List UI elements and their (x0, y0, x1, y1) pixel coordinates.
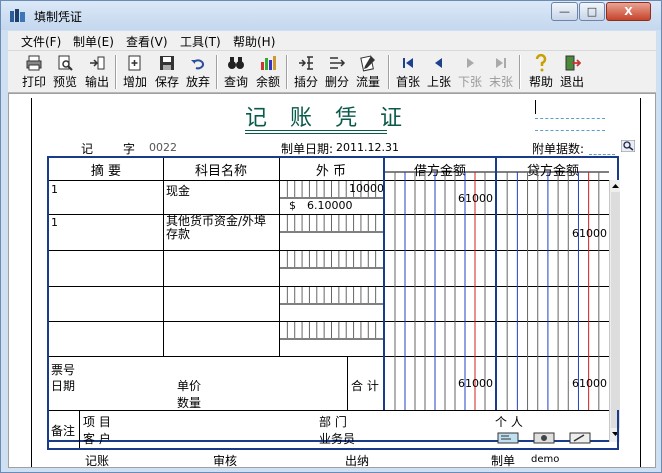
vertical-scrollbar[interactable] (609, 180, 620, 442)
app-icon (10, 9, 25, 22)
post-label: 记账 (85, 454, 110, 468)
undo-icon (191, 59, 205, 70)
add-icon (128, 55, 141, 71)
export-button[interactable]: 输出 (85, 52, 109, 91)
voucher-title: 记 账 凭 证 (245, 106, 410, 131)
abandon-button[interactable]: 放弃 (186, 52, 210, 91)
voucher-type[interactable]: 记 (81, 140, 93, 157)
last-icon (496, 58, 506, 68)
voucher-number[interactable]: 0022 (149, 141, 177, 154)
total-debit: 61000 (458, 377, 493, 390)
qty-label: 数量 (177, 396, 202, 410)
exit-icon (565, 55, 581, 71)
project-label: 项 目 (83, 415, 111, 429)
scroll-up-icon[interactable] (611, 182, 620, 190)
salesman-label: 业务员 (319, 432, 356, 446)
next-icon (467, 58, 474, 68)
notes-box: 备注 项 目 客 户 部 门 业务员 个 人 (47, 410, 619, 450)
ticket-label: 票号 (51, 363, 76, 377)
voucher-date[interactable]: 2011.12.31 (336, 141, 399, 154)
cashier-label: 出纳 (345, 454, 370, 468)
first-button[interactable]: 首张 (396, 52, 420, 91)
total-credit: 61000 (572, 377, 607, 390)
card-icon[interactable] (497, 432, 519, 444)
menu-view[interactable]: 查看(V) (126, 33, 168, 50)
maker-name: demo (531, 454, 560, 465)
toolbar: 打印 预览 输出 增加 保存 放弃 查询 余额 插分 删分 流量 首张 上张 下… (8, 51, 656, 93)
menu-help[interactable]: 帮助(H) (233, 33, 275, 50)
insert-row-icon (299, 56, 313, 70)
binoculars-icon (228, 57, 244, 69)
menu-file[interactable]: 文件(F) (21, 33, 61, 50)
help-icon (535, 54, 547, 72)
add-button[interactable]: 增加 (123, 52, 147, 91)
next-button[interactable]: 下张 (458, 52, 482, 91)
title-bar: 填制凭证 — □ X (1, 1, 661, 30)
window-title: 填制凭证 (34, 10, 83, 24)
cashflow-icon (360, 55, 375, 72)
balance-button[interactable]: 余额 (256, 52, 280, 91)
query-button[interactable]: 查询 (224, 52, 248, 91)
dept-label: 部 门 (319, 415, 347, 429)
date-label: 制单日期: (281, 142, 334, 156)
edit-icon[interactable] (569, 432, 591, 444)
prev-icon (435, 58, 442, 68)
printer-icon (26, 55, 42, 71)
detail-icon[interactable] (533, 432, 555, 444)
customer-label: 客 户 (83, 432, 111, 446)
row1-account[interactable]: 现金 (166, 182, 190, 199)
row1-fc-amount[interactable]: 10000 (349, 182, 384, 195)
minimize-icon: — (559, 5, 570, 18)
voucher-document: 记 账 凭 证 记 字 0022 制单日期: 2011.12.31 附单据数: … (8, 93, 656, 468)
row1-summary[interactable]: 1 (51, 183, 58, 196)
cashflow-button[interactable]: 流量 (356, 52, 380, 91)
last-button[interactable]: 末张 (489, 52, 513, 91)
maker-label: 制单 (491, 454, 516, 468)
close-button[interactable]: X (606, 2, 651, 21)
preview-icon (58, 55, 73, 71)
price-label: 单价 (177, 379, 202, 393)
audit-label: 审核 (213, 454, 238, 468)
voucher-table: 摘 要 科目名称 外 币 借方金额 贷方金额 1 现金 10000 $ 6.10… (47, 156, 620, 442)
save-icon (160, 56, 174, 70)
exit-button[interactable]: 退出 (560, 52, 584, 91)
balance-chart-icon (261, 56, 276, 70)
note-label: 备注 (51, 424, 76, 438)
preview-button[interactable]: 预览 (53, 52, 77, 91)
minimize-button[interactable]: — (551, 2, 578, 21)
row2-account[interactable]: 其他货币资金/外埠存款 (166, 215, 276, 241)
zi-label: 字 (123, 142, 136, 156)
person-label: 个 人 (495, 415, 523, 429)
print-button[interactable]: 打印 (22, 52, 46, 91)
delete-split-button[interactable]: 删分 (325, 52, 349, 91)
export-icon (90, 56, 105, 70)
menu-bar: 文件(F) 制单(E) 查看(V) 工具(T) 帮助(H) (8, 31, 656, 51)
attach-label: 附单据数: (532, 142, 585, 156)
help-button[interactable]: 帮助 (529, 52, 553, 91)
menu-tools[interactable]: 工具(T) (180, 33, 221, 50)
insert-split-button[interactable]: 插分 (294, 52, 318, 91)
close-icon: X (624, 5, 633, 18)
delete-row-icon (330, 57, 346, 69)
date2-label: 日期 (51, 379, 76, 393)
save-button[interactable]: 保存 (155, 52, 179, 91)
search-icon[interactable] (621, 140, 635, 152)
row1-debit[interactable]: 61000 (429, 192, 493, 205)
row1-fc-rate[interactable]: 6.10000 (307, 199, 353, 212)
total-label: 合 计 (351, 379, 379, 393)
voucher-window: 填制凭证 — □ X 文件(F) 制单(E) 查看(V) 工具(T) 帮助(H)… (0, 0, 662, 473)
text-cursor (535, 100, 536, 114)
first-icon (403, 58, 413, 68)
prev-button[interactable]: 上张 (427, 52, 451, 91)
row2-summary[interactable]: 1 (51, 216, 58, 229)
amount-grid (280, 171, 609, 410)
menu-edit[interactable]: 制单(E) (73, 33, 114, 50)
row1-fc-currency: $ (289, 199, 296, 212)
row2-credit[interactable]: 61000 (543, 227, 607, 240)
maximize-icon: □ (586, 5, 598, 18)
maximize-button[interactable]: □ (579, 2, 605, 21)
